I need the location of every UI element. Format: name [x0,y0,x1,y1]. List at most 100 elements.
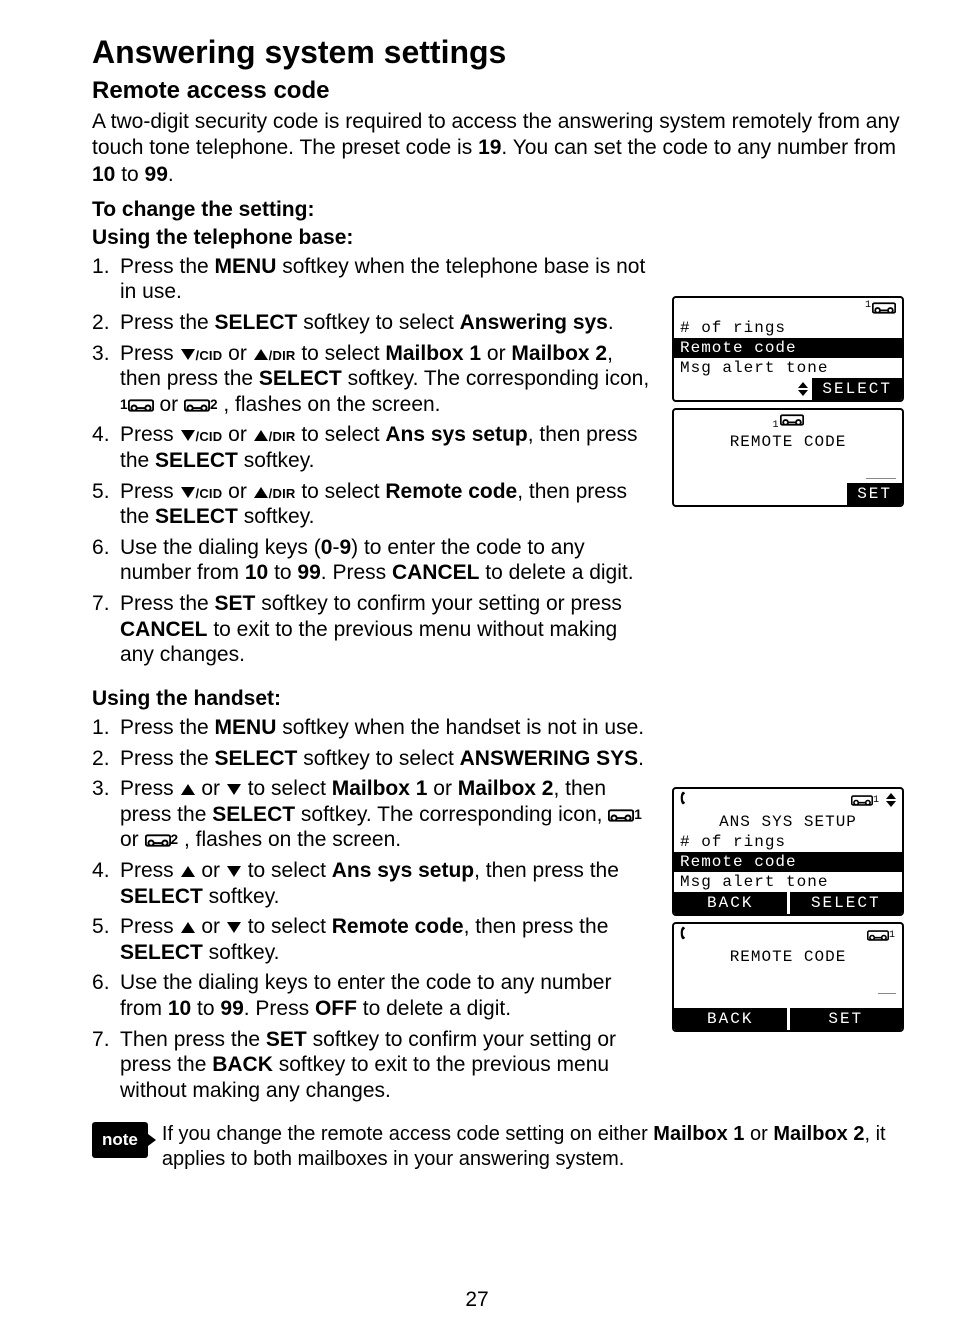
tape-icon [867,926,889,944]
screen-header-icon: 1 [674,298,902,318]
key-select: SELECT [215,311,298,334]
text: or [196,777,226,800]
text: , then press the [474,859,619,882]
text: or [196,859,226,882]
text: to select [242,915,332,938]
screen-blank [674,452,902,470]
text: or [481,342,511,365]
mailbox-2: Mailbox 2 [458,777,554,800]
target: Answering sys [460,311,608,334]
text: Press the [120,747,215,770]
text: Press the [120,255,215,278]
text: to select [242,859,332,882]
mailbox-2: Mailbox 2 [511,342,607,365]
key-menu: MENU [215,255,277,278]
cursor: _____ [674,470,902,483]
base-screen-menu: 1 # of rings Remote code Msg alert tone … [672,296,904,402]
dir-label: /DIR [269,424,296,445]
text: softkey. [238,449,315,472]
text: to delete a digit. [479,561,633,584]
section-heading: Remote access code [92,77,904,105]
key-select: SELECT [155,449,238,472]
text: , then press the [464,915,609,938]
text: Press [120,480,180,503]
text: . [608,311,614,334]
text: softkey. The corresponding icon, [295,803,608,826]
nav-up-icon [254,430,268,441]
icon-sub: 1 [889,930,896,941]
list-item: Press the SELECT softkey to select ANSWE… [92,746,656,772]
text: softkey to select [297,311,459,334]
text: Press [120,423,180,446]
tape-icon [851,791,873,809]
up-down-icon [886,793,896,807]
base-steps-list: Press the MENU softkey when the telephon… [92,254,656,668]
screen-row-remote-selected: Remote code [674,338,902,358]
key-set: SET [266,1028,307,1051]
text: . Press [321,561,392,584]
digit-0: 0 [321,536,333,559]
list-item: Press /CID or /DIR to select Ans sys set… [92,422,656,473]
text: Press [120,342,180,365]
target: ANSWERING SYS [460,747,639,770]
mailbox-2: Mailbox 2 [773,1123,864,1145]
text: to select [242,777,332,800]
back-softkey-label: BACK [674,1008,787,1030]
text: or [744,1123,773,1145]
list-item: Then press the SET softkey to confirm yo… [92,1027,656,1104]
set-softkey-label: SET [790,1008,903,1030]
text: to select [295,480,385,503]
range-low: 10 [92,163,115,186]
key-select: SELECT [215,747,298,770]
screen-header: 1 [674,789,902,812]
text: or [222,342,252,365]
text: to select [295,423,385,446]
nav-up-icon [181,866,195,877]
icon-sub: 1 [772,420,779,431]
text: , flashes on the screen. [223,393,440,416]
key-set: SET [215,592,256,615]
target: Ans sys setup [385,423,527,446]
key-select: SELECT [259,367,342,390]
list-item: Press the MENU softkey when the telephon… [92,254,656,305]
mailbox1-icon: 1 [120,397,154,414]
screen-title: ANS SYS SETUP [674,812,902,832]
text: Press the [120,311,215,334]
up-down-icon [798,382,808,396]
text: or [159,393,184,416]
note-block: note If you change the remote access cod… [92,1122,904,1172]
note-text: If you change the remote access code set… [162,1122,904,1172]
key-off: OFF [315,997,357,1020]
nav-down-icon [181,349,195,360]
screen-row-remote-selected: Remote code [674,852,902,872]
tape-icon [872,299,896,317]
list-item: Press or to select Ans sys setup, then p… [92,858,656,909]
key-select: SELECT [120,885,203,908]
text: Press the [120,716,215,739]
screen-footer: SELECT [674,378,902,400]
text: Use the dialing keys ( [120,536,321,559]
list-item: Press or to select Mailbox 1 or Mailbox … [92,776,656,853]
nav-down-icon [227,784,241,795]
text: . Press [244,997,315,1020]
select-softkey-label: SELECT [812,378,902,400]
intro-paragraph: A two-digit security code is required to… [92,109,904,188]
icon-sub: 1 [873,795,880,806]
screen-blank [674,998,902,1008]
mailbox-1: Mailbox 1 [332,777,428,800]
handset-icon [680,925,690,946]
cid-label: /CID [196,343,223,364]
back-softkey-label: BACK [674,892,787,914]
handset-screen-menu: 1 ANS SYS SETUP # of rings Remote code M… [672,787,904,916]
text: softkey to confirm your setting or press [255,592,621,615]
handset-screen-remote: 1 REMOTE CODE ___ BACK SET [672,922,904,1032]
range-low: 10 [168,997,191,1020]
text: or [427,777,457,800]
range-high: 99 [297,561,320,584]
set-softkey-label: SET [847,483,902,505]
nav-down-icon [181,430,195,441]
target: Remote code [385,480,517,503]
mailbox-1: Mailbox 1 [653,1123,744,1145]
list-item: Press the SELECT softkey to select Answe… [92,310,656,336]
target: Remote code [332,915,464,938]
